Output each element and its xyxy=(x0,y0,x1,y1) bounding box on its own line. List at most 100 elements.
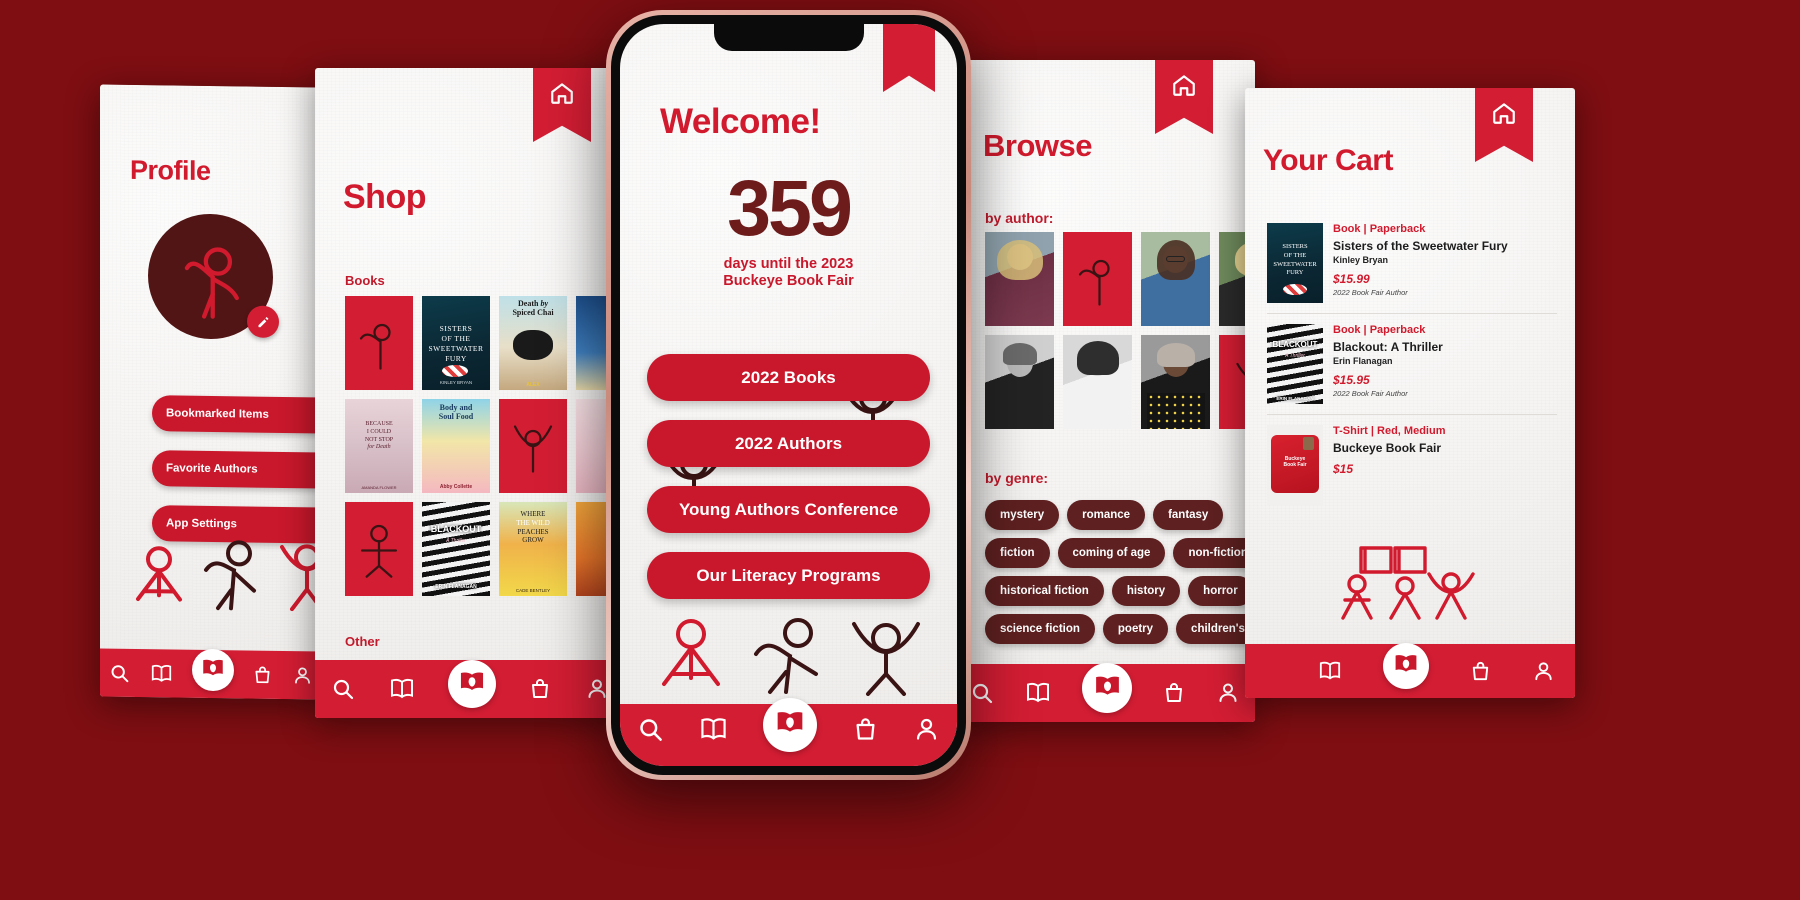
genre-pill[interactable]: historical fiction xyxy=(985,576,1104,606)
nav-logo-button[interactable] xyxy=(447,660,496,708)
nav-person-icon[interactable] xyxy=(1216,681,1240,705)
logo-icon xyxy=(778,712,803,732)
menu-young-authors-conference-button[interactable]: Young Authors Conference xyxy=(647,486,930,533)
logo-figure-icon xyxy=(513,425,553,473)
app-settings-label: App Settings xyxy=(166,517,237,531)
genre-pill[interactable]: fantasy xyxy=(1153,500,1224,530)
home-ribbon-button[interactable] xyxy=(1155,60,1213,134)
bottom-nav[interactable] xyxy=(620,698,957,766)
nav-search-icon[interactable] xyxy=(970,681,994,705)
nav-bag-icon[interactable] xyxy=(528,677,552,701)
book-cover[interactable]: Body and Soul Food Abby Collette xyxy=(422,399,490,493)
cart-screen: Your Cart SISTERS OF THE SWEETWATER FURY Bo… xyxy=(1245,88,1575,698)
page-title: Profile xyxy=(130,154,211,186)
decorative-figure-icon xyxy=(754,618,818,694)
nav-person-icon[interactable] xyxy=(292,665,313,686)
nav-logo-button[interactable] xyxy=(1383,643,1429,689)
app-settings-button[interactable]: App Settings xyxy=(152,505,322,545)
genre-list: mystery romance fantasy fiction coming o… xyxy=(985,500,1255,644)
bottom-nav[interactable] xyxy=(315,660,625,718)
cart-row[interactable]: Buckeye Book Fair T-Shirt | Red, Medium … xyxy=(1267,415,1557,515)
decorative-figure-icon xyxy=(662,619,720,686)
item-kind: Book | Paperback xyxy=(1333,223,1426,235)
author-photo[interactable] xyxy=(985,335,1054,429)
genre-pill[interactable]: fiction xyxy=(985,538,1050,568)
nav-logo-button[interactable] xyxy=(1082,663,1132,713)
book-cover[interactable]: SISTERS OF THE SWEETWATER FURY KINLEY BRYAN xyxy=(422,296,490,390)
nav-person-icon[interactable] xyxy=(913,716,940,748)
logo-icon xyxy=(1095,676,1119,695)
home-ribbon-button[interactable] xyxy=(1475,88,1533,162)
bottom-nav[interactable] xyxy=(100,648,322,700)
countdown-block: 359 days until the 2023 Buckeye Book Fai… xyxy=(620,163,957,290)
avatar[interactable] xyxy=(148,213,279,340)
book-cover[interactable] xyxy=(499,399,567,493)
home-icon xyxy=(1173,75,1195,96)
favorite-authors-button[interactable]: Favorite Authors xyxy=(152,450,322,490)
genre-pill[interactable]: coming of age xyxy=(1057,538,1166,568)
logo-icon xyxy=(203,659,223,676)
nav-logo-button[interactable] xyxy=(191,648,234,692)
nav-person-icon[interactable] xyxy=(1532,660,1555,683)
author-photo[interactable] xyxy=(1063,335,1132,429)
home-ribbon-button[interactable] xyxy=(533,68,591,142)
nav-search-icon[interactable] xyxy=(331,677,355,701)
days-count: 359 xyxy=(727,163,853,252)
book-cover[interactable]: BECAUSE I COULD NOT STOP for Death AMANDA F… xyxy=(345,399,413,493)
item-thumbnail: Buckeye Book Fair xyxy=(1267,425,1323,505)
nav-logo-button[interactable] xyxy=(763,698,818,752)
section-label-author: by author: xyxy=(985,210,1054,226)
author-photo[interactable] xyxy=(1141,232,1210,326)
nav-search-icon[interactable] xyxy=(637,716,664,748)
author-photo[interactable] xyxy=(1141,335,1210,429)
item-name: Blackout: A Thriller xyxy=(1333,340,1443,354)
menu-our-literacy-programs-button[interactable]: Our Literacy Programs xyxy=(647,552,930,599)
author-photo[interactable] xyxy=(985,232,1054,326)
menu-2022-books-button[interactable]: 2022 Books xyxy=(647,354,930,401)
item-name: Buckeye Book Fair xyxy=(1333,441,1442,455)
nav-bag-icon[interactable] xyxy=(252,664,273,685)
genre-pill[interactable]: history xyxy=(1111,576,1181,606)
book-cover[interactable]: BLACKOUT A Thriller ERIN FLANAGAN xyxy=(422,502,490,596)
nav-book-icon[interactable] xyxy=(698,716,729,748)
bookmarked-items-button[interactable]: Bookmarked Items xyxy=(152,395,322,435)
nav-book-icon[interactable] xyxy=(149,663,174,684)
countdown-line-2: Buckeye Book Fair xyxy=(723,272,854,289)
menu-2022-authors-button[interactable]: 2022 Authors xyxy=(647,420,930,467)
nav-bag-icon[interactable] xyxy=(1162,681,1186,705)
page-title: Browse xyxy=(983,128,1092,163)
section-label-genre: by genre: xyxy=(985,470,1049,486)
bookmarked-items-label: Bookmarked Items xyxy=(166,407,269,421)
book-cover[interactable]: WHERE THE WILD PEACHES GROW CADE BENTLEY xyxy=(499,502,567,596)
home-icon xyxy=(551,83,573,104)
genre-pill[interactable]: poetry xyxy=(1102,614,1169,644)
nav-search-icon[interactable] xyxy=(109,662,130,683)
genre-pill[interactable]: science fiction xyxy=(985,614,1095,644)
author-logo-tile[interactable] xyxy=(1063,232,1132,326)
author-grid xyxy=(985,232,1255,429)
logo-icon xyxy=(460,672,484,690)
bottom-nav[interactable] xyxy=(1245,643,1575,698)
nav-book-icon[interactable] xyxy=(1024,681,1052,705)
genre-pill[interactable]: children's xyxy=(1176,614,1255,644)
section-label-other: Other xyxy=(345,634,380,649)
book-cover[interactable]: Death by Spiced Chai ALEX xyxy=(499,296,567,390)
home-screen: Welcome! 359 days until the 2023 Buckeye… xyxy=(620,24,957,766)
edit-profile-button[interactable] xyxy=(247,305,279,338)
shop-screen: Shop Books SISTERS OF THE SWEETWATER FURY K… xyxy=(315,68,625,718)
nav-bag-icon[interactable] xyxy=(1469,660,1492,683)
nav-bag-icon[interactable] xyxy=(852,716,879,748)
genre-pill[interactable]: mystery xyxy=(985,500,1060,530)
home-ribbon[interactable] xyxy=(883,24,935,92)
genre-pill[interactable]: horror xyxy=(1188,576,1253,606)
cart-row[interactable]: SISTERS OF THE SWEETWATER FURY Book | Paper… xyxy=(1267,213,1557,314)
cart-row[interactable]: BLACKOUT A Thriller ERIN FLANAGAN Book |… xyxy=(1267,314,1557,415)
nav-book-icon[interactable] xyxy=(1317,660,1343,682)
bottom-nav[interactable] xyxy=(955,663,1255,722)
book-cover[interactable] xyxy=(345,502,413,596)
genre-pill[interactable]: romance xyxy=(1067,500,1146,530)
nav-book-icon[interactable] xyxy=(388,677,416,701)
genre-pill[interactable]: non-fiction xyxy=(1173,538,1255,568)
book-cover[interactable] xyxy=(345,296,413,390)
book-grid: SISTERS OF THE SWEETWATER FURY KINLEY BRYAN… xyxy=(345,296,625,596)
